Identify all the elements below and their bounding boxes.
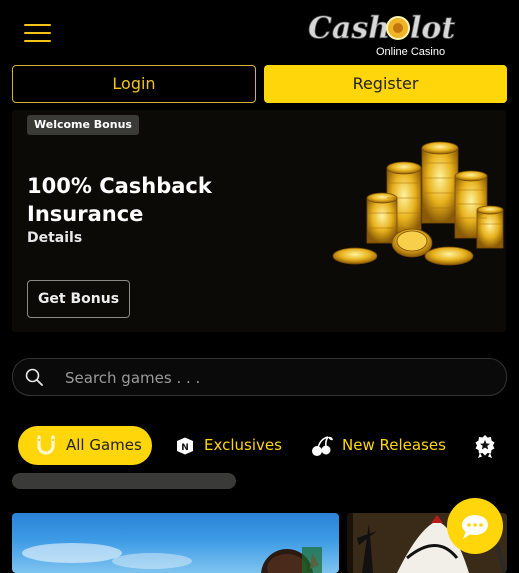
gold-coins-image [332,141,504,266]
welcome-bonus-badge: Welcome Bonus [27,115,139,135]
get-bonus-button[interactable]: Get Bonus [27,280,130,318]
svg-text:N: N [181,443,189,453]
chat-bubble-icon [462,515,488,539]
svg-text:lot: lot [410,11,455,46]
game-artwork [22,543,322,573]
tab-label: All Games [66,436,142,454]
tab-label: New Releases [342,436,446,454]
login-button[interactable]: Login [12,65,256,103]
category-tabs: All Games N Exclusives New Releases [0,422,519,470]
search-icon [25,368,43,386]
tab-all-games[interactable]: All Games [18,426,152,465]
award-icon [475,435,495,458]
tab-awards[interactable] [474,426,519,465]
game-thumbnail[interactable] [12,513,339,573]
search-input[interactable] [63,359,487,397]
tab-new-releases[interactable]: New Releases [310,426,450,465]
tab-label: Exclusives [204,436,282,454]
svg-text:Cash: Cash [308,11,390,46]
hamburger-menu-icon[interactable] [24,22,52,44]
cashlot-logo[interactable]: Cash lot Online Casino [306,8,466,58]
svg-text:Online Casino: Online Casino [376,46,445,58]
promo-banner: Welcome Bonus 100% Cashback Insurance De… [12,110,506,332]
chat-button[interactable] [447,498,503,554]
search-bar[interactable] [12,358,507,397]
tab-exclusives[interactable]: N Exclusives [174,426,284,465]
exclusives-icon: N [177,437,193,455]
cherries-icon [312,436,333,456]
promo-title: 100% Cashback Insurance [27,174,212,226]
header: Cash lot Online Casino [0,0,519,64]
category-scrollbar[interactable] [12,473,236,489]
horseshoe-icon [37,435,55,455]
register-button[interactable]: Register [264,65,507,103]
details-link[interactable]: Details [27,230,82,246]
